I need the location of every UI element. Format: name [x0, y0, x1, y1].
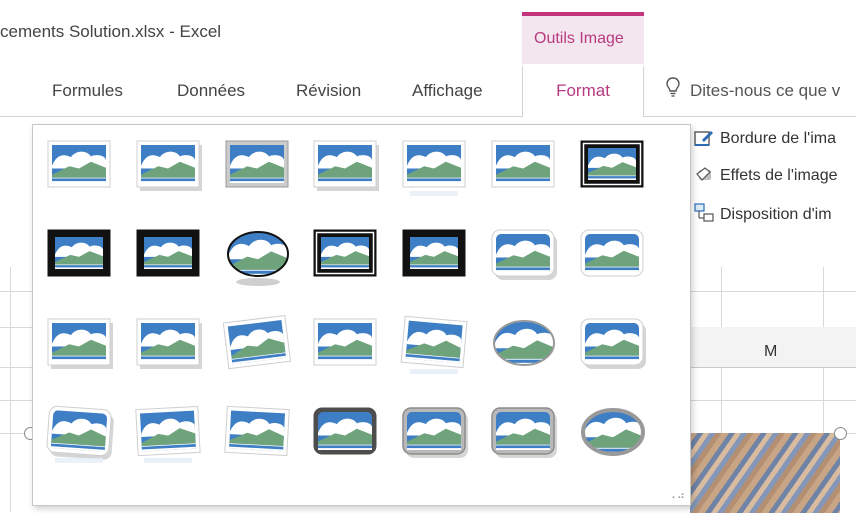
picture-style-item[interactable]	[222, 314, 293, 384]
gallery-resize-grip[interactable]: ⠠⠴	[668, 489, 686, 502]
picture-styles-gallery: ⠠⠴	[32, 124, 691, 506]
picture-style-item[interactable]	[400, 315, 470, 384]
picture-style-item[interactable]	[223, 226, 293, 295]
picture-style-item[interactable]	[578, 315, 648, 384]
tab-format[interactable]: Format	[522, 66, 644, 117]
picture-style-item[interactable]	[489, 226, 559, 295]
lightbulb-icon	[666, 67, 684, 117]
grid-line	[10, 267, 11, 512]
picture-style-item[interactable]	[223, 137, 293, 206]
picture-style-item[interactable]	[489, 315, 559, 384]
picture-tools-context-group: Outils Image	[522, 12, 644, 64]
picture-style-item[interactable]	[578, 404, 648, 473]
picture-border-icon	[694, 130, 720, 147]
picture-style-item[interactable]	[223, 404, 293, 473]
tab-affichage[interactable]: Affichage	[412, 66, 483, 116]
picture-style-item[interactable]	[578, 137, 648, 206]
picture-style-item[interactable]	[489, 137, 559, 206]
picture-style-item[interactable]	[45, 315, 115, 384]
picture-effects-label: Effets de l'image	[720, 167, 838, 184]
picture-style-item[interactable]	[311, 137, 381, 206]
picture-style-item[interactable]	[134, 137, 204, 206]
tab-donnees[interactable]: Données	[177, 66, 245, 116]
picture-effects-icon	[694, 167, 720, 184]
selected-picture[interactable]	[690, 433, 840, 513]
picture-style-item[interactable]	[400, 404, 470, 473]
window-title: cements Solution.xlsx - Excel	[0, 22, 222, 41]
picture-layout-icon	[694, 203, 720, 223]
picture-style-item[interactable]	[134, 226, 204, 295]
picture-border-button[interactable]: Bordure de l'ima	[694, 129, 836, 148]
title-bar: cements Solution.xlsx - Excel Outils Ima…	[0, 0, 856, 66]
tell-me-box[interactable]: Dites-nous ce que v	[666, 66, 840, 116]
tab-formules[interactable]: Formules	[52, 66, 123, 116]
picture-style-item[interactable]	[578, 226, 648, 295]
ribbon-tabs: Formules Données Révision Affichage Form…	[0, 66, 856, 117]
tab-revision[interactable]: Révision	[296, 66, 361, 116]
column-header-m[interactable]: M	[764, 343, 777, 361]
picture-style-item[interactable]	[311, 315, 381, 384]
picture-style-item[interactable]	[400, 137, 470, 206]
tell-me-text: Dites-nous ce que v	[690, 81, 841, 100]
picture-layout-label: Disposition d'im	[720, 206, 832, 223]
picture-layout-button[interactable]: Disposition d'im	[694, 203, 832, 224]
picture-style-item[interactable]	[45, 137, 115, 206]
picture-style-item[interactable]	[45, 226, 115, 295]
picture-style-item[interactable]	[400, 226, 470, 295]
picture-style-item[interactable]	[489, 404, 559, 473]
picture-style-item[interactable]	[134, 404, 204, 473]
resize-handle[interactable]	[834, 427, 847, 440]
picture-style-item[interactable]	[311, 404, 381, 473]
picture-border-label: Bordure de l'ima	[720, 130, 836, 147]
picture-effects-button[interactable]: Effets de l'image	[694, 166, 838, 185]
picture-style-item[interactable]	[311, 226, 381, 295]
picture-style-item[interactable]	[45, 404, 115, 473]
picture-style-item[interactable]	[134, 315, 204, 384]
picture-tools-label: Outils Image	[534, 30, 624, 47]
